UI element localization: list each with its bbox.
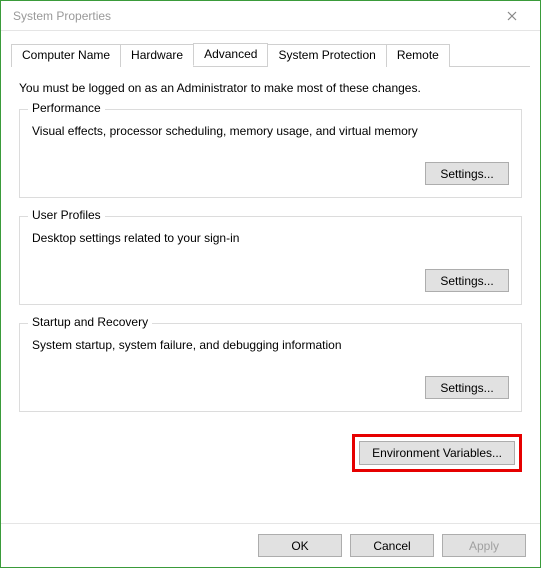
- group-performance-desc: Visual effects, processor scheduling, me…: [32, 124, 509, 138]
- tab-panel-advanced: You must be logged on as an Administrato…: [1, 67, 540, 438]
- close-icon[interactable]: [492, 2, 532, 30]
- group-startup-recovery: Startup and Recovery System startup, sys…: [19, 323, 522, 412]
- group-performance: Performance Visual effects, processor sc…: [19, 109, 522, 198]
- env-row: Environment Variables...: [1, 434, 540, 472]
- tab-computer-name[interactable]: Computer Name: [11, 44, 121, 67]
- performance-settings-button[interactable]: Settings...: [425, 162, 509, 185]
- tab-remote[interactable]: Remote: [386, 44, 450, 67]
- cancel-button[interactable]: Cancel: [350, 534, 434, 557]
- window-title: System Properties: [13, 9, 111, 23]
- ok-button[interactable]: OK: [258, 534, 342, 557]
- titlebar: System Properties: [1, 1, 540, 31]
- env-highlight: Environment Variables...: [352, 434, 522, 472]
- group-user-profiles-title: User Profiles: [28, 208, 105, 222]
- tab-system-protection[interactable]: System Protection: [267, 44, 386, 67]
- admin-note: You must be logged on as an Administrato…: [19, 81, 522, 95]
- group-user-profiles: User Profiles Desktop settings related t…: [19, 216, 522, 305]
- apply-button[interactable]: Apply: [442, 534, 526, 557]
- tabstrip: Computer Name Hardware Advanced System P…: [11, 43, 530, 67]
- dialog-footer: OK Cancel Apply: [1, 523, 540, 567]
- group-user-profiles-desc: Desktop settings related to your sign-in: [32, 231, 509, 245]
- group-startup-recovery-title: Startup and Recovery: [28, 315, 152, 329]
- environment-variables-button[interactable]: Environment Variables...: [359, 441, 515, 465]
- group-startup-recovery-desc: System startup, system failure, and debu…: [32, 338, 509, 352]
- startup-recovery-settings-button[interactable]: Settings...: [425, 376, 509, 399]
- user-profiles-settings-button[interactable]: Settings...: [425, 269, 509, 292]
- tab-advanced[interactable]: Advanced: [193, 43, 268, 66]
- tab-hardware[interactable]: Hardware: [120, 44, 194, 67]
- group-performance-title: Performance: [28, 101, 105, 115]
